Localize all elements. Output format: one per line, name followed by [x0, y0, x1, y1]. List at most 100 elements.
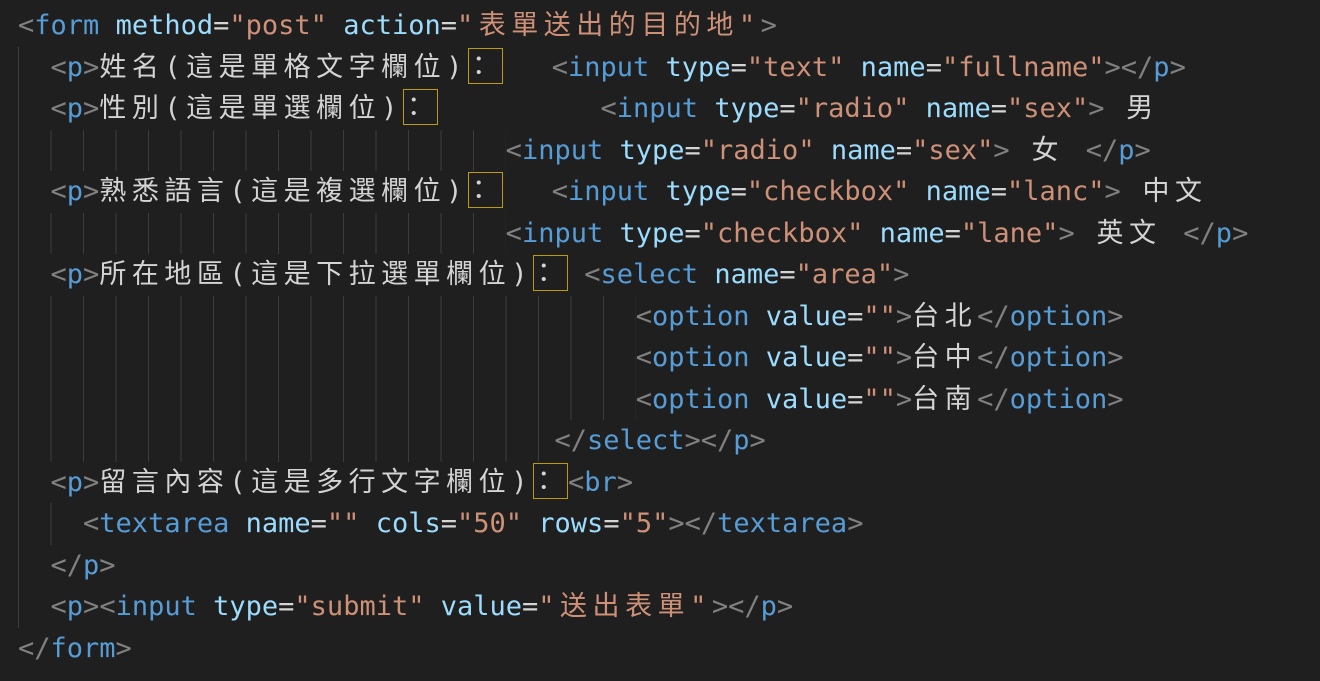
- code-line: <p>熟悉語言(這是複選欄位)： <input type="checkbox" …: [18, 171, 1320, 213]
- token-equals-sign: =: [926, 52, 942, 83]
- token-string: "50": [457, 508, 522, 539]
- token-punctuation: </: [977, 384, 1010, 415]
- code-line: </form>: [18, 628, 1320, 670]
- code-line: <option value="">台北</option>: [18, 296, 1320, 338]
- token-punctuation: </: [977, 301, 1010, 332]
- token-punctuation: <: [51, 467, 67, 498]
- token-punctuation: >: [116, 633, 132, 664]
- token-string: "lanc": [1007, 176, 1105, 207]
- token-string: "fullname": [942, 52, 1105, 83]
- token-attribute-name: value: [766, 342, 847, 373]
- token-equals-sign: =: [731, 52, 747, 83]
- token-text: [438, 93, 601, 124]
- code-editor[interactable]: <form method="post" action="表單送出的目的地"> <…: [0, 0, 1320, 681]
- token-text: [698, 259, 714, 290]
- token-equals-sign: =: [278, 591, 294, 622]
- token-attribute-name: name: [926, 176, 991, 207]
- token-punctuation: >: [1135, 135, 1151, 166]
- token-tag-name: p: [761, 591, 777, 622]
- token-tag-name: input: [522, 135, 603, 166]
- token-text: 留言內容(這是多行文字欄位): [99, 467, 533, 498]
- token-punctuation: <: [568, 467, 584, 498]
- token-punctuation: <: [552, 52, 568, 83]
- token-punctuation: <: [18, 10, 34, 41]
- token-tag-name: p: [1118, 135, 1134, 166]
- unicode-highlighted-colon: ：: [468, 172, 503, 208]
- token-tag-name: p: [67, 591, 83, 622]
- token-punctuation: >: [1105, 176, 1121, 207]
- unicode-highlighted-colon: ：: [403, 89, 438, 125]
- token-equals-sign: =: [945, 218, 961, 249]
- token-tag-name: p: [83, 550, 99, 581]
- unicode-highlighted-colon: ：: [468, 48, 503, 84]
- token-punctuation: >: [893, 259, 909, 290]
- token-string: "radio": [796, 93, 910, 124]
- token-punctuation: </: [1183, 218, 1216, 249]
- token-string: "text": [747, 52, 845, 83]
- token-punctuation: <: [584, 259, 600, 290]
- token-punctuation: <: [506, 218, 522, 249]
- token-punctuation: </: [51, 550, 84, 581]
- code-line: <p>性別(這是單選欄位)： <input type="radio" name=…: [18, 88, 1320, 130]
- token-string: "post": [229, 10, 327, 41]
- token-attribute-name: action: [343, 10, 441, 41]
- token-punctuation: >: [1107, 301, 1123, 332]
- token-tag-name: input: [568, 176, 649, 207]
- token-tag-name: input: [568, 52, 649, 83]
- token-text: [197, 591, 213, 622]
- token-string: "": [863, 384, 896, 415]
- token-text: [99, 10, 115, 41]
- token-tag-name: form: [51, 633, 116, 664]
- token-punctuation: >: [685, 425, 701, 456]
- token-attribute-name: name: [926, 93, 991, 124]
- token-equals-sign: =: [847, 384, 863, 415]
- token-text: 所在地區(這是下拉選單欄位): [99, 259, 533, 290]
- token-equals-sign: =: [522, 591, 538, 622]
- token-text: [522, 508, 538, 539]
- token-punctuation: >: [896, 301, 912, 332]
- token-tag-name: p: [67, 467, 83, 498]
- token-punctuation: </: [728, 591, 761, 622]
- token-string: "送出表單": [538, 591, 712, 622]
- token-tag-name: textarea: [717, 508, 847, 539]
- token-attribute-name: method: [116, 10, 214, 41]
- token-punctuation: </: [554, 425, 587, 456]
- token-equals-sign: =: [603, 508, 619, 539]
- token-attribute-name: name: [831, 135, 896, 166]
- token-attribute-name: rows: [538, 508, 603, 539]
- token-text: [327, 10, 343, 41]
- token-punctuation: <: [506, 135, 522, 166]
- token-text: [649, 176, 665, 207]
- token-punctuation: <: [636, 384, 652, 415]
- token-attribute-name: type: [666, 52, 731, 83]
- token-text: 男: [1105, 93, 1159, 124]
- token-punctuation: >: [1105, 52, 1121, 83]
- token-equals-sign: =: [847, 301, 863, 332]
- token-tag-name: p: [67, 93, 83, 124]
- token-punctuation: >: [83, 259, 99, 290]
- token-string: "表單送出的目的地": [457, 10, 761, 41]
- token-text: 台北: [912, 301, 977, 332]
- code-line: <input type="checkbox" name="lane"> 英文 <…: [18, 213, 1320, 255]
- token-punctuation: >: [712, 591, 728, 622]
- token-punctuation: >: [1170, 52, 1186, 83]
- token-attribute-name: value: [441, 591, 522, 622]
- token-equals-sign: =: [685, 135, 701, 166]
- token-tag-name: option: [1010, 342, 1108, 373]
- token-text: 台中: [912, 342, 977, 373]
- token-string: "submit": [294, 591, 424, 622]
- token-text: [815, 135, 831, 166]
- token-text: [750, 342, 766, 373]
- token-tag-name: textarea: [99, 508, 229, 539]
- token-string: "radio": [701, 135, 815, 166]
- token-punctuation: >: [83, 93, 99, 124]
- token-text: [844, 52, 860, 83]
- token-punctuation: </: [1121, 52, 1154, 83]
- token-punctuation: <: [636, 342, 652, 373]
- token-tag-name: option: [1010, 301, 1108, 332]
- token-string: "": [327, 508, 360, 539]
- token-text: 中文: [1121, 176, 1208, 207]
- token-equals-sign: =: [779, 259, 795, 290]
- token-punctuation: >: [83, 176, 99, 207]
- token-equals-sign: =: [213, 10, 229, 41]
